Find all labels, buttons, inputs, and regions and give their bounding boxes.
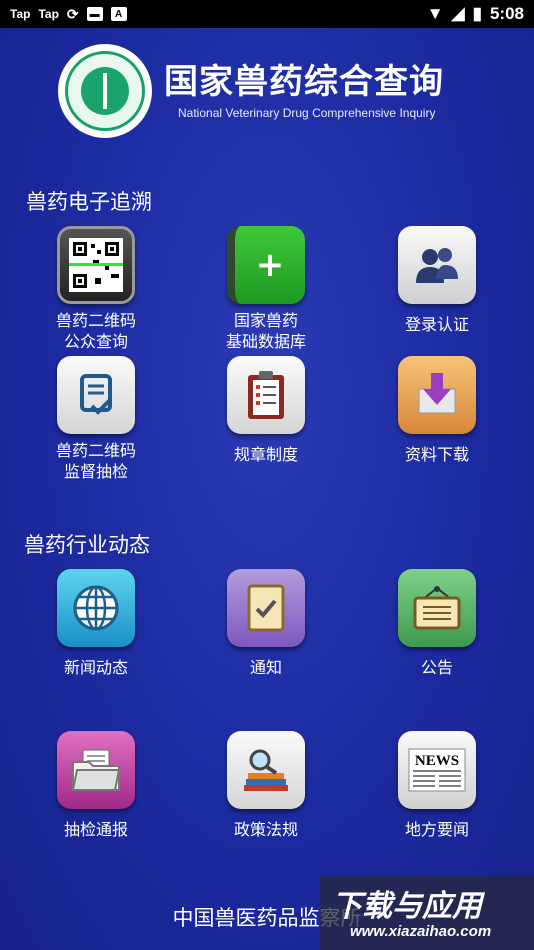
tile-news[interactable]: 新闻动态 bbox=[21, 569, 171, 678]
tile-national-database[interactable]: + 国家兽药 基础数据库 bbox=[191, 226, 341, 352]
newspaper-icon: NEWS bbox=[398, 731, 476, 809]
watermark-text-cn: 下载与应用 bbox=[332, 889, 482, 924]
folder-icon bbox=[57, 731, 135, 809]
tile-label: 通知 bbox=[249, 658, 282, 677]
app-notification-icon: A bbox=[110, 7, 127, 21]
tile-label: 公告 bbox=[420, 658, 453, 677]
clipboard-list-icon bbox=[227, 356, 305, 434]
app-header: 国家兽药综合查询 National Veterinary Drug Compre… bbox=[58, 44, 498, 140]
watermark-overlay: 下载与应用 www.xiazaihao.com bbox=[320, 875, 534, 950]
tile-label: 政策法规 bbox=[233, 820, 298, 839]
tile-downloads[interactable]: 资料下载 bbox=[362, 356, 512, 465]
tile-label: 抽检通报 bbox=[63, 820, 128, 839]
battery-icon: ▮ bbox=[472, 4, 482, 23]
message-icon: ▬ bbox=[86, 7, 103, 21]
tile-label: 兽药二维码 公众查询 bbox=[55, 311, 136, 351]
taptap-notification-2: Tap bbox=[38, 7, 59, 21]
tile-label: 地方要闻 bbox=[404, 820, 469, 839]
tile-label: 资料下载 bbox=[404, 445, 469, 464]
document-check-icon bbox=[57, 356, 135, 434]
globe-icon bbox=[57, 569, 135, 647]
sync-icon: ⟳ bbox=[66, 5, 79, 22]
notice-check-icon bbox=[227, 569, 305, 647]
tile-label: 登录认证 bbox=[404, 315, 469, 334]
users-icon bbox=[398, 226, 476, 304]
search-books-icon bbox=[227, 731, 305, 809]
tile-login-auth[interactable]: 登录认证 bbox=[362, 226, 512, 335]
tile-label: 国家兽药 基础数据库 bbox=[225, 311, 306, 351]
tile-notice[interactable]: 通知 bbox=[191, 569, 341, 678]
download-icon bbox=[398, 356, 476, 434]
page-subtitle: National Veterinary Drug Comprehensive I… bbox=[178, 106, 436, 120]
qr-code-icon bbox=[57, 226, 135, 304]
add-book-icon: + bbox=[227, 226, 305, 304]
wifi-icon: ▼ bbox=[426, 4, 444, 23]
bulletin-board-icon bbox=[398, 569, 476, 647]
tile-policy[interactable]: 政策法规 bbox=[191, 731, 341, 840]
page-title: 国家兽药综合查询 bbox=[164, 62, 444, 102]
tile-qr-public-query[interactable]: 兽药二维码 公众查询 bbox=[21, 226, 171, 352]
status-bar: Tap Tap ⟳ ▬ A ▼ ◢ ▮ 5:08 bbox=[0, 0, 534, 28]
watermark-text-url: www.xiazaihao.com bbox=[350, 923, 492, 940]
tile-regulations[interactable]: 规章制度 bbox=[191, 356, 341, 465]
tile-label: 新闻动态 bbox=[63, 658, 128, 677]
section-title-traceability: 兽药电子追溯 bbox=[26, 190, 152, 214]
tile-label: 规章制度 bbox=[233, 445, 298, 464]
svg-text:NEWS: NEWS bbox=[415, 753, 459, 769]
signal-icon: ◢ bbox=[451, 4, 465, 23]
institute-logo-icon bbox=[58, 44, 152, 138]
taptap-notification-1: Tap bbox=[10, 7, 31, 21]
tile-local-news[interactable]: NEWS 地方要闻 bbox=[362, 731, 512, 840]
tile-announcement[interactable]: 公告 bbox=[362, 569, 512, 678]
tile-label: 兽药二维码 监督抽检 bbox=[55, 441, 136, 481]
section-title-industry-news: 兽药行业动态 bbox=[24, 533, 150, 557]
tile-qr-supervision[interactable]: 兽药二维码 监督抽检 bbox=[21, 356, 171, 482]
tile-inspection-report[interactable]: 抽检通报 bbox=[21, 731, 171, 840]
clock: 5:08 bbox=[489, 4, 524, 23]
